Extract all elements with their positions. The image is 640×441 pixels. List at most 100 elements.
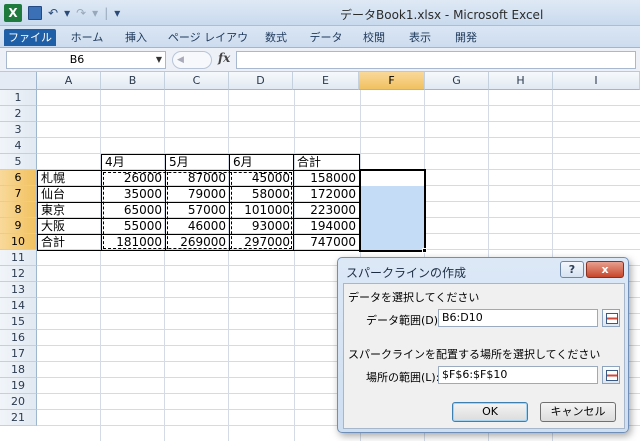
save-icon[interactable] (28, 6, 42, 20)
data-range-label: データ範囲(D): (366, 314, 442, 327)
cell-c7[interactable]: 79000 (165, 186, 230, 203)
row-header-17[interactable]: 17 (0, 346, 37, 362)
row-header-12[interactable]: 12 (0, 266, 37, 282)
tab-insert[interactable]: 挿入 (118, 29, 154, 46)
row-header-9[interactable]: 9 (0, 218, 37, 234)
location-range-label: 場所の範囲(L): (366, 371, 440, 384)
cell-b10[interactable]: 181000 (101, 234, 166, 251)
row-header-11[interactable]: 11 (0, 250, 37, 266)
cell-a8[interactable]: 東京 (37, 202, 102, 219)
tab-home[interactable]: ホーム (64, 29, 110, 46)
cell-b8[interactable]: 65000 (101, 202, 166, 219)
cell-e8[interactable]: 223000 (293, 202, 360, 219)
collapse-dialog-icon[interactable] (602, 309, 620, 327)
row-header-16[interactable]: 16 (0, 330, 37, 346)
column-header-f[interactable]: F (359, 72, 425, 90)
tab-review[interactable]: 校閲 (356, 29, 392, 46)
row-header-20[interactable]: 20 (0, 394, 37, 410)
create-sparklines-dialog: スパークラインの作成 ? x データを選択してください データ範囲(D): B6… (337, 257, 629, 433)
cell-c10[interactable]: 269000 (165, 234, 230, 251)
row-header-13[interactable]: 13 (0, 282, 37, 298)
ribbon-tabs: ファイル ホーム 挿入 ページ レイアウト 数式 データ 校閲 表示 開発 (0, 26, 640, 61)
row-header-21[interactable]: 21 (0, 410, 37, 426)
cell-d5[interactable]: 6月 (229, 154, 294, 171)
cell-a9[interactable]: 大阪 (37, 218, 102, 235)
qat-separator: | (104, 6, 109, 20)
cell-e9[interactable]: 194000 (293, 218, 360, 235)
formula-input[interactable] (236, 51, 636, 69)
column-header-c[interactable]: C (165, 72, 229, 90)
cell-b7[interactable]: 35000 (101, 186, 166, 203)
tab-view[interactable]: 表示 (402, 29, 438, 46)
cell-c9[interactable]: 46000 (165, 218, 230, 235)
close-button[interactable]: x (586, 261, 624, 278)
row-header-14[interactable]: 14 (0, 298, 37, 314)
column-header-g[interactable]: G (425, 72, 489, 90)
column-header-h[interactable]: H (489, 72, 553, 90)
cell-e7[interactable]: 172000 (293, 186, 360, 203)
dialog-title: スパークラインの作成 (346, 266, 467, 280)
redo-dropdown-icon[interactable]: ▾ (92, 5, 98, 21)
cell-d9[interactable]: 93000 (229, 218, 294, 235)
dialog-body: データを選択してください データ範囲(D): B6:D10 スパークラインを配置… (343, 283, 625, 429)
cancel-button[interactable]: キャンセル (540, 402, 616, 422)
formula-bar-handle[interactable]: ◀ (172, 51, 212, 69)
help-button[interactable]: ? (560, 261, 584, 278)
cell-b5[interactable]: 4月 (101, 154, 166, 171)
data-section-label: データを選択してください (348, 291, 480, 304)
tab-formulas[interactable]: 数式 (258, 29, 294, 46)
data-range-input[interactable]: B6:D10 (438, 309, 598, 327)
quick-access-toolbar: ↶ ▾ ↷ ▾ | ▾ (28, 5, 120, 21)
collapse-dialog-icon[interactable] (602, 366, 620, 384)
redo-icon[interactable]: ↷ (76, 5, 86, 21)
tab-file[interactable]: ファイル (4, 29, 56, 46)
column-header-e[interactable]: E (293, 72, 359, 90)
name-box[interactable]: B6 ▼ (6, 51, 166, 69)
cell-a6[interactable]: 札幌 (37, 170, 102, 187)
chevron-down-icon[interactable]: ▼ (156, 52, 162, 68)
location-range-input[interactable]: $F$6:$F$10 (438, 366, 598, 384)
row-header-6[interactable]: 6 (0, 170, 37, 186)
cell-d7[interactable]: 58000 (229, 186, 294, 203)
tab-data[interactable]: データ (306, 29, 346, 46)
row-header-4[interactable]: 4 (0, 138, 37, 154)
ok-button[interactable]: OK (452, 402, 528, 422)
row-header-18[interactable]: 18 (0, 362, 37, 378)
fill-handle[interactable] (422, 248, 427, 253)
undo-icon[interactable]: ↶ (48, 5, 58, 21)
excel-logo-icon[interactable]: X (4, 4, 22, 22)
cell-c8[interactable]: 57000 (165, 202, 230, 219)
cell-c6[interactable]: 87000 (165, 170, 230, 187)
row-header-7[interactable]: 7 (0, 186, 37, 202)
column-header-i[interactable]: I (553, 72, 640, 90)
cell-b6[interactable]: 26000 (101, 170, 166, 187)
active-cell-f6[interactable] (361, 171, 424, 186)
cell-b9[interactable]: 55000 (101, 218, 166, 235)
cell-c5[interactable]: 5月 (165, 154, 230, 171)
row-header-3[interactable]: 3 (0, 122, 37, 138)
tab-page-layout[interactable]: ページ レイアウト (166, 29, 250, 61)
customize-qat-icon[interactable]: ▾ (114, 5, 120, 21)
row-header-2[interactable]: 2 (0, 106, 37, 122)
select-all-corner[interactable] (0, 72, 37, 90)
row-header-5[interactable]: 5 (0, 154, 37, 170)
cell-d10[interactable]: 297000 (229, 234, 294, 251)
cell-e5[interactable]: 合計 (293, 154, 360, 171)
row-header-8[interactable]: 8 (0, 202, 37, 218)
cell-e6[interactable]: 158000 (293, 170, 360, 187)
cell-a10[interactable]: 合計 (37, 234, 102, 251)
column-header-b[interactable]: B (101, 72, 165, 90)
row-header-15[interactable]: 15 (0, 314, 37, 330)
column-header-d[interactable]: D (229, 72, 293, 90)
undo-dropdown-icon[interactable]: ▾ (64, 5, 70, 21)
row-header-10[interactable]: 10 (0, 234, 37, 250)
row-header-1[interactable]: 1 (0, 90, 37, 106)
insert-function-icon[interactable]: fx (218, 51, 230, 65)
tab-developer[interactable]: 開発 (448, 29, 484, 46)
cell-d8[interactable]: 101000 (229, 202, 294, 219)
cell-a7[interactable]: 仙台 (37, 186, 102, 203)
cell-e10[interactable]: 747000 (293, 234, 360, 251)
column-header-a[interactable]: A (37, 72, 101, 90)
row-header-19[interactable]: 19 (0, 378, 37, 394)
cell-d6[interactable]: 45000 (229, 170, 294, 187)
